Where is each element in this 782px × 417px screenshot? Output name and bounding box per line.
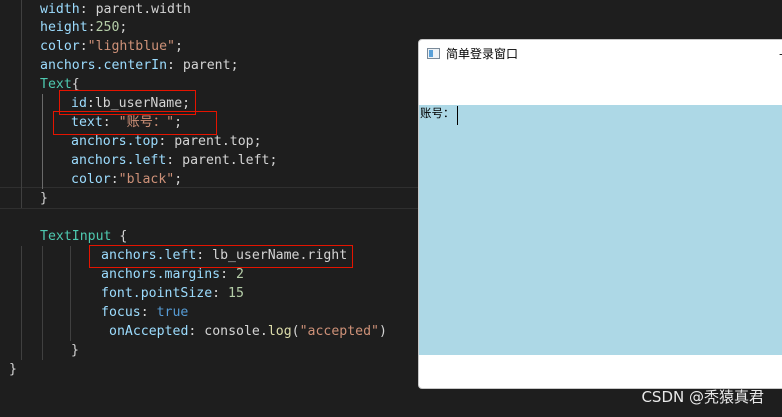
code-line: color:"lightblue"; — [40, 39, 183, 54]
text-input-caret[interactable] — [457, 106, 458, 125]
window-titlebar[interactable]: 简单登录窗口 – — [419, 40, 782, 70]
indent-guide — [42, 246, 43, 360]
code-line: focus: true — [101, 305, 189, 320]
highlight-box-anchors-left — [89, 245, 353, 268]
code-line: color:"black"; — [71, 172, 183, 187]
code-line: } — [9, 362, 17, 377]
code-line: onAccepted: console.log("accepted") — [109, 324, 387, 339]
watermark: CSDN @秃猿真君 — [641, 388, 764, 406]
code-line: } — [40, 191, 48, 206]
code-line: } — [71, 343, 79, 358]
window-title: 简单登录窗口 — [446, 47, 519, 61]
lightblue-rectangle: 账号： — [419, 105, 782, 355]
indent-guide — [21, 246, 22, 360]
code-line: font.pointSize: 15 — [101, 286, 244, 301]
code-line: anchors.left: parent.left; — [71, 153, 278, 168]
code-line: width: parent.width — [40, 2, 191, 17]
highlight-box-text — [53, 111, 217, 135]
username-label: 账号： — [420, 106, 455, 120]
indent-guide — [70, 246, 71, 341]
app-window: 简单登录窗口 – 账号： — [418, 39, 782, 389]
app-window-icon — [427, 48, 440, 59]
indent-guide — [42, 94, 43, 189]
indent-guide — [21, 0, 22, 208]
code-line: height:250; — [40, 20, 128, 35]
code-line: TextInput { — [40, 229, 128, 244]
code-line: anchors.centerIn: parent; — [40, 58, 239, 73]
